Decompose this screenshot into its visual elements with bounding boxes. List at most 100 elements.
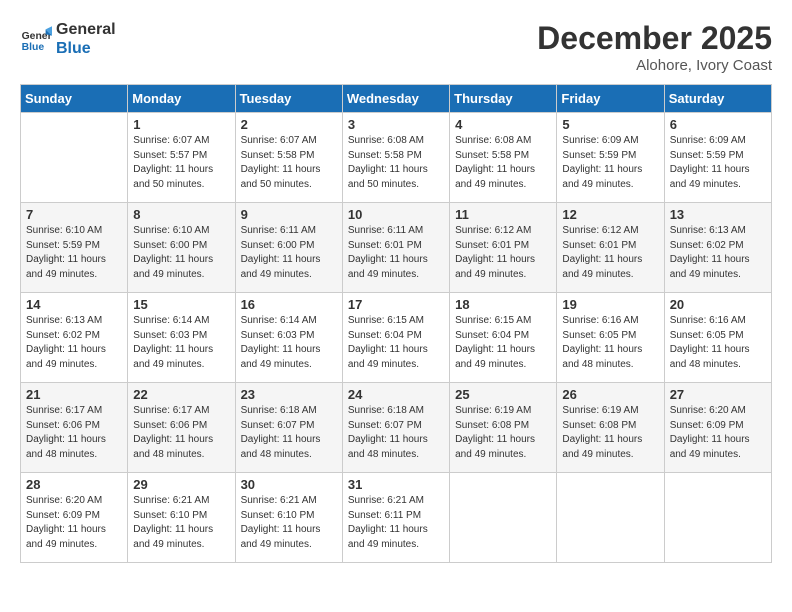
logo: General Blue General Blue — [20, 20, 116, 58]
logo-icon: General Blue — [20, 23, 52, 55]
calendar-cell: 14 Sunrise: 6:13 AMSunset: 6:02 PMDaylig… — [21, 293, 128, 383]
calendar-cell: 19 Sunrise: 6:16 AMSunset: 6:05 PMDaylig… — [557, 293, 664, 383]
day-header-monday: Monday — [128, 85, 235, 113]
day-number: 13 — [670, 207, 766, 222]
cell-detail: Sunrise: 6:12 AMSunset: 6:01 PMDaylight:… — [455, 224, 551, 282]
calendar-week-4: 21 Sunrise: 6:17 AMSunset: 6:06 PMDaylig… — [21, 383, 772, 473]
day-number: 20 — [670, 297, 766, 312]
calendar-cell: 23 Sunrise: 6:18 AMSunset: 6:07 PMDaylig… — [235, 383, 342, 473]
month-title: December 2025 — [537, 20, 772, 57]
calendar-cell — [21, 113, 128, 203]
calendar-cell — [557, 473, 664, 563]
cell-detail: Sunrise: 6:20 AMSunset: 6:09 PMDaylight:… — [670, 404, 766, 462]
day-number: 22 — [133, 387, 229, 402]
calendar-cell: 15 Sunrise: 6:14 AMSunset: 6:03 PMDaylig… — [128, 293, 235, 383]
calendar-header-row: SundayMondayTuesdayWednesdayThursdayFrid… — [21, 85, 772, 113]
day-number: 8 — [133, 207, 229, 222]
day-header-friday: Friday — [557, 85, 664, 113]
calendar-cell: 4 Sunrise: 6:08 AMSunset: 5:58 PMDayligh… — [450, 113, 557, 203]
calendar-table: SundayMondayTuesdayWednesdayThursdayFrid… — [20, 84, 772, 563]
calendar-week-5: 28 Sunrise: 6:20 AMSunset: 6:09 PMDaylig… — [21, 473, 772, 563]
day-number: 9 — [241, 207, 337, 222]
calendar-cell: 30 Sunrise: 6:21 AMSunset: 6:10 PMDaylig… — [235, 473, 342, 563]
cell-detail: Sunrise: 6:11 AMSunset: 6:00 PMDaylight:… — [241, 224, 337, 282]
day-number: 24 — [348, 387, 444, 402]
day-number: 31 — [348, 477, 444, 492]
cell-detail: Sunrise: 6:19 AMSunset: 6:08 PMDaylight:… — [562, 404, 658, 462]
cell-detail: Sunrise: 6:10 AMSunset: 6:00 PMDaylight:… — [133, 224, 229, 282]
calendar-cell — [450, 473, 557, 563]
calendar-cell: 9 Sunrise: 6:11 AMSunset: 6:00 PMDayligh… — [235, 203, 342, 293]
day-number: 10 — [348, 207, 444, 222]
calendar-cell: 25 Sunrise: 6:19 AMSunset: 6:08 PMDaylig… — [450, 383, 557, 473]
day-number: 21 — [26, 387, 122, 402]
day-number: 2 — [241, 117, 337, 132]
day-number: 26 — [562, 387, 658, 402]
cell-detail: Sunrise: 6:18 AMSunset: 6:07 PMDaylight:… — [241, 404, 337, 462]
cell-detail: Sunrise: 6:20 AMSunset: 6:09 PMDaylight:… — [26, 494, 122, 552]
cell-detail: Sunrise: 6:15 AMSunset: 6:04 PMDaylight:… — [455, 314, 551, 372]
logo-general: General — [56, 20, 116, 39]
day-header-saturday: Saturday — [664, 85, 771, 113]
cell-detail: Sunrise: 6:09 AMSunset: 5:59 PMDaylight:… — [670, 134, 766, 192]
calendar-cell: 2 Sunrise: 6:07 AMSunset: 5:58 PMDayligh… — [235, 113, 342, 203]
day-number: 6 — [670, 117, 766, 132]
calendar-cell: 26 Sunrise: 6:19 AMSunset: 6:08 PMDaylig… — [557, 383, 664, 473]
location-subtitle: Alohore, Ivory Coast — [537, 57, 772, 74]
day-number: 27 — [670, 387, 766, 402]
calendar-cell: 27 Sunrise: 6:20 AMSunset: 6:09 PMDaylig… — [664, 383, 771, 473]
calendar-week-3: 14 Sunrise: 6:13 AMSunset: 6:02 PMDaylig… — [21, 293, 772, 383]
cell-detail: Sunrise: 6:10 AMSunset: 5:59 PMDaylight:… — [26, 224, 122, 282]
calendar-cell: 31 Sunrise: 6:21 AMSunset: 6:11 PMDaylig… — [342, 473, 449, 563]
calendar-cell — [664, 473, 771, 563]
cell-detail: Sunrise: 6:21 AMSunset: 6:10 PMDaylight:… — [241, 494, 337, 552]
page-header: General Blue General Blue December 2025 … — [20, 20, 772, 74]
title-block: December 2025 Alohore, Ivory Coast — [537, 20, 772, 74]
calendar-cell: 6 Sunrise: 6:09 AMSunset: 5:59 PMDayligh… — [664, 113, 771, 203]
day-header-thursday: Thursday — [450, 85, 557, 113]
cell-detail: Sunrise: 6:15 AMSunset: 6:04 PMDaylight:… — [348, 314, 444, 372]
day-header-wednesday: Wednesday — [342, 85, 449, 113]
cell-detail: Sunrise: 6:09 AMSunset: 5:59 PMDaylight:… — [562, 134, 658, 192]
day-number: 18 — [455, 297, 551, 312]
logo-blue: Blue — [56, 39, 116, 58]
day-header-tuesday: Tuesday — [235, 85, 342, 113]
day-number: 25 — [455, 387, 551, 402]
calendar-cell: 8 Sunrise: 6:10 AMSunset: 6:00 PMDayligh… — [128, 203, 235, 293]
day-number: 14 — [26, 297, 122, 312]
day-number: 16 — [241, 297, 337, 312]
day-number: 28 — [26, 477, 122, 492]
day-number: 3 — [348, 117, 444, 132]
calendar-cell: 12 Sunrise: 6:12 AMSunset: 6:01 PMDaylig… — [557, 203, 664, 293]
calendar-cell: 29 Sunrise: 6:21 AMSunset: 6:10 PMDaylig… — [128, 473, 235, 563]
cell-detail: Sunrise: 6:21 AMSunset: 6:11 PMDaylight:… — [348, 494, 444, 552]
day-number: 7 — [26, 207, 122, 222]
calendar-week-1: 1 Sunrise: 6:07 AMSunset: 5:57 PMDayligh… — [21, 113, 772, 203]
svg-text:Blue: Blue — [22, 42, 45, 53]
cell-detail: Sunrise: 6:07 AMSunset: 5:57 PMDaylight:… — [133, 134, 229, 192]
calendar-cell: 3 Sunrise: 6:08 AMSunset: 5:58 PMDayligh… — [342, 113, 449, 203]
calendar-cell: 11 Sunrise: 6:12 AMSunset: 6:01 PMDaylig… — [450, 203, 557, 293]
calendar-cell: 10 Sunrise: 6:11 AMSunset: 6:01 PMDaylig… — [342, 203, 449, 293]
day-number: 30 — [241, 477, 337, 492]
cell-detail: Sunrise: 6:14 AMSunset: 6:03 PMDaylight:… — [133, 314, 229, 372]
day-number: 1 — [133, 117, 229, 132]
cell-detail: Sunrise: 6:11 AMSunset: 6:01 PMDaylight:… — [348, 224, 444, 282]
cell-detail: Sunrise: 6:16 AMSunset: 6:05 PMDaylight:… — [562, 314, 658, 372]
cell-detail: Sunrise: 6:08 AMSunset: 5:58 PMDaylight:… — [348, 134, 444, 192]
cell-detail: Sunrise: 6:14 AMSunset: 6:03 PMDaylight:… — [241, 314, 337, 372]
cell-detail: Sunrise: 6:17 AMSunset: 6:06 PMDaylight:… — [133, 404, 229, 462]
cell-detail: Sunrise: 6:21 AMSunset: 6:10 PMDaylight:… — [133, 494, 229, 552]
cell-detail: Sunrise: 6:13 AMSunset: 6:02 PMDaylight:… — [26, 314, 122, 372]
calendar-cell: 13 Sunrise: 6:13 AMSunset: 6:02 PMDaylig… — [664, 203, 771, 293]
calendar-cell: 18 Sunrise: 6:15 AMSunset: 6:04 PMDaylig… — [450, 293, 557, 383]
cell-detail: Sunrise: 6:07 AMSunset: 5:58 PMDaylight:… — [241, 134, 337, 192]
day-number: 19 — [562, 297, 658, 312]
calendar-cell: 5 Sunrise: 6:09 AMSunset: 5:59 PMDayligh… — [557, 113, 664, 203]
calendar-cell: 28 Sunrise: 6:20 AMSunset: 6:09 PMDaylig… — [21, 473, 128, 563]
calendar-cell: 24 Sunrise: 6:18 AMSunset: 6:07 PMDaylig… — [342, 383, 449, 473]
cell-detail: Sunrise: 6:16 AMSunset: 6:05 PMDaylight:… — [670, 314, 766, 372]
day-number: 12 — [562, 207, 658, 222]
calendar-cell: 1 Sunrise: 6:07 AMSunset: 5:57 PMDayligh… — [128, 113, 235, 203]
calendar-cell: 17 Sunrise: 6:15 AMSunset: 6:04 PMDaylig… — [342, 293, 449, 383]
